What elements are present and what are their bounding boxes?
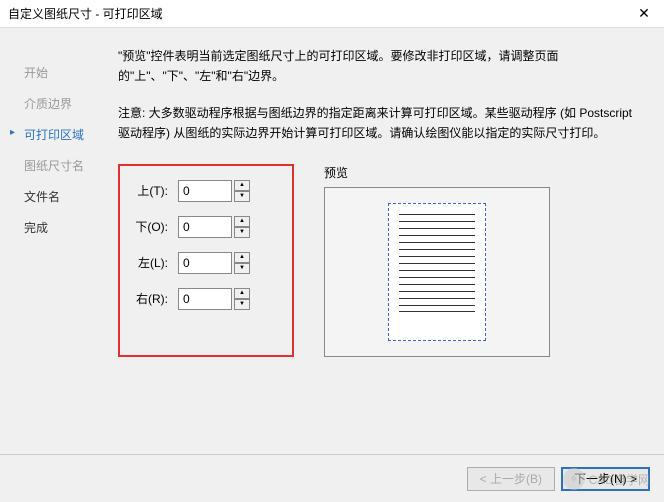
preview-area: 预览 (324, 164, 636, 357)
spin-up-bottom[interactable]: ▲ (234, 216, 250, 227)
margin-inputs-group: 上(T): ▲ ▼ 下(O): ▲ ▼ 左(L): (118, 164, 294, 357)
close-icon: ✕ (638, 5, 650, 22)
margin-label-right: 右(R): (134, 290, 178, 307)
spin-up-right[interactable]: ▲ (234, 288, 250, 299)
spin-up-left[interactable]: ▲ (234, 252, 250, 263)
wechat-icon: ✧ (563, 468, 585, 490)
sidebar-item-finish[interactable]: 完成 (22, 219, 102, 236)
margin-row-bottom: 下(O): ▲ ▼ (134, 216, 272, 238)
spinner-bottom: ▲ ▼ (234, 216, 250, 238)
spin-down-bottom[interactable]: ▼ (234, 227, 250, 238)
spin-down-left[interactable]: ▼ (234, 263, 250, 274)
description-preview: "预览"控件表明当前选定图纸尺寸上的可打印区域。要修改非打印区域，请调整页面的"… (118, 46, 636, 87)
spinner-top: ▲ ▼ (234, 180, 250, 202)
spinner-left: ▲ ▼ (234, 252, 250, 274)
sidebar-item-start[interactable]: 开始 (22, 64, 102, 81)
window-title: 自定义图纸尺寸 - 可打印区域 (8, 5, 163, 22)
spinner-right: ▲ ▼ (234, 288, 250, 310)
margin-row-left: 左(L): ▲ ▼ (134, 252, 272, 274)
sidebar-item-paper-size-name[interactable]: 图纸尺寸名 (22, 157, 102, 174)
sidebar-item-printable-area[interactable]: 可打印区域 (22, 126, 102, 143)
description-note: 注意: 大多数驱动程序根据与图纸边界的指定距离来计算可打印区域。某些驱动程序 (… (118, 103, 636, 144)
main-panel: "预览"控件表明当前选定图纸尺寸上的可打印区域。要修改非打印区域，请调整页面的"… (102, 46, 636, 440)
margin-input-left[interactable] (178, 252, 232, 274)
margin-input-bottom[interactable] (178, 216, 232, 238)
margin-label-top: 上(T): (134, 182, 178, 199)
wizard-footer: < 上一步(B) 下一步(N) > ✧ CAD自学网 (0, 454, 664, 502)
preview-label: 预览 (324, 164, 636, 181)
preview-lines (399, 214, 475, 330)
margin-label-bottom: 下(O): (134, 218, 178, 235)
sidebar-item-media-bounds[interactable]: 介质边界 (22, 95, 102, 112)
wizard-sidebar: 开始 介质边界 可打印区域 图纸尺寸名 文件名 完成 (22, 46, 102, 440)
lower-row: 上(T): ▲ ▼ 下(O): ▲ ▼ 左(L): (118, 164, 636, 357)
watermark-text: CAD自学网 (589, 471, 650, 488)
sidebar-item-file-name[interactable]: 文件名 (22, 188, 102, 205)
titlebar: 自定义图纸尺寸 - 可打印区域 ✕ (0, 0, 664, 28)
close-button[interactable]: ✕ (624, 0, 664, 28)
margin-row-right: 右(R): ▲ ▼ (134, 288, 272, 310)
margin-row-top: 上(T): ▲ ▼ (134, 180, 272, 202)
watermark: ✧ CAD自学网 (563, 468, 650, 490)
preview-box (324, 187, 550, 357)
spin-down-right[interactable]: ▼ (234, 299, 250, 310)
content-area: 开始 介质边界 可打印区域 图纸尺寸名 文件名 完成 "预览"控件表明当前选定图… (0, 28, 664, 440)
margin-label-left: 左(L): (134, 254, 178, 271)
margin-input-right[interactable] (178, 288, 232, 310)
spin-up-top[interactable]: ▲ (234, 180, 250, 191)
spin-down-top[interactable]: ▼ (234, 191, 250, 202)
preview-page (388, 203, 486, 341)
margin-input-top[interactable] (178, 180, 232, 202)
back-button: < 上一步(B) (467, 467, 555, 491)
